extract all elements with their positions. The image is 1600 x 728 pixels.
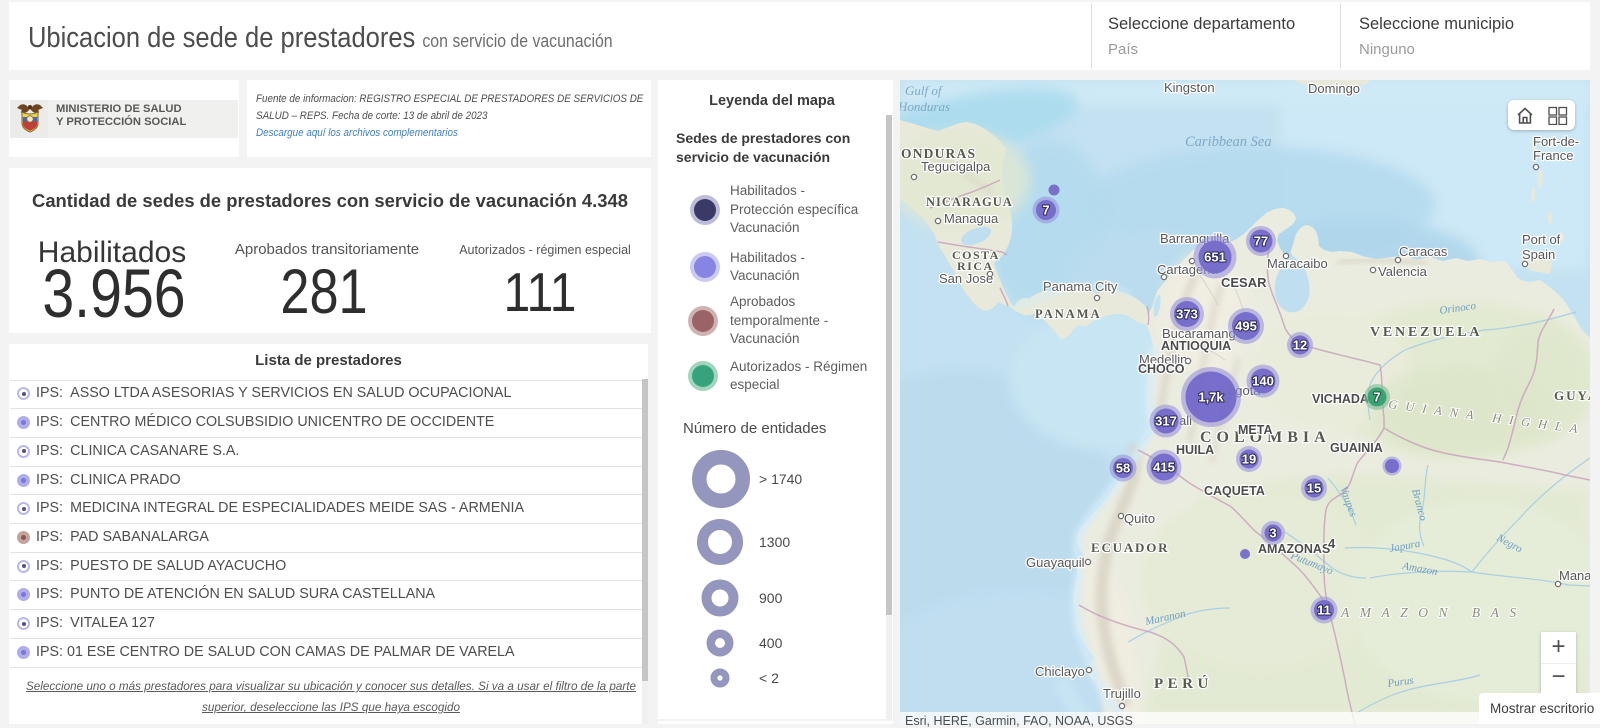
svg-text:VENEZUELA: VENEZUELA <box>1370 325 1482 340</box>
svg-text:Managua: Managua <box>944 211 999 226</box>
svg-text:PERÚ: PERÚ <box>1154 675 1213 692</box>
svg-text:META: META <box>1238 423 1273 437</box>
svg-text:415: 415 <box>1153 460 1175 475</box>
svg-text:Guayaquil: Guayaquil <box>1026 555 1085 570</box>
svg-text:11: 11 <box>1317 603 1331 618</box>
svg-text:GUYA: GUYA <box>1554 388 1590 403</box>
svg-text:Tegucigalpa: Tegucigalpa <box>921 159 991 174</box>
svg-text:Port of: Port of <box>1522 232 1561 247</box>
svg-text:CAQUETA: CAQUETA <box>1204 484 1265 498</box>
svg-text:Caribbean Sea: Caribbean Sea <box>1185 134 1272 150</box>
svg-text:58: 58 <box>1116 461 1130 476</box>
svg-text:495: 495 <box>1235 319 1257 334</box>
svg-text:ECUADOR: ECUADOR <box>1091 540 1169 555</box>
svg-text:Chiclayo: Chiclayo <box>1035 664 1085 679</box>
svg-text:3: 3 <box>1269 526 1276 541</box>
svg-text:Fort-de-: Fort-de- <box>1533 134 1579 149</box>
svg-text:HUILA: HUILA <box>1176 443 1214 457</box>
svg-text:Kingston: Kingston <box>1164 80 1215 95</box>
svg-text:San Jose: San Jose <box>939 271 993 286</box>
svg-text:Spain: Spain <box>1522 247 1555 262</box>
svg-text:Honduras: Honduras <box>900 99 950 114</box>
svg-text:77: 77 <box>1254 234 1268 249</box>
svg-text:317: 317 <box>1155 414 1177 429</box>
svg-text:GUAINIA: GUAINIA <box>1330 441 1383 455</box>
svg-text:400: 400 <box>759 635 783 651</box>
svg-text:PANAMA: PANAMA <box>1035 307 1102 321</box>
svg-text:CESAR: CESAR <box>1221 275 1267 290</box>
svg-text:373: 373 <box>1176 307 1198 322</box>
svg-text:1300: 1300 <box>759 534 790 550</box>
svg-text:15: 15 <box>1307 481 1321 496</box>
svg-text:< 2: < 2 <box>759 670 779 686</box>
svg-text:CHOCO: CHOCO <box>1138 362 1185 376</box>
svg-text:Panama City: Panama City <box>1043 279 1118 294</box>
svg-text:140: 140 <box>1252 374 1274 389</box>
svg-text:AMAZON BAS: AMAZON BAS <box>1340 605 1527 620</box>
svg-text:651: 651 <box>1204 250 1226 265</box>
svg-text:ANTIOQUIA: ANTIOQUIA <box>1161 339 1231 353</box>
svg-text:4: 4 <box>1328 536 1336 551</box>
svg-text:VICHADA: VICHADA <box>1312 392 1369 406</box>
svg-text:7: 7 <box>1373 390 1380 405</box>
svg-text:Mana: Mana <box>1559 568 1590 583</box>
svg-text:Domingo: Domingo <box>1308 81 1360 96</box>
svg-text:Caracas: Caracas <box>1399 244 1448 259</box>
svg-text:19: 19 <box>1242 452 1256 467</box>
svg-text:900: 900 <box>759 590 783 606</box>
svg-text:1,7k: 1,7k <box>1198 390 1224 405</box>
svg-text:France: France <box>1533 148 1573 163</box>
svg-text:12: 12 <box>1293 338 1307 353</box>
svg-text:> 1740: > 1740 <box>759 471 802 487</box>
svg-text:Valencia: Valencia <box>1378 264 1428 279</box>
svg-text:Trujillo: Trujillo <box>1103 686 1141 701</box>
svg-text:7: 7 <box>1042 203 1049 218</box>
svg-text:Quito: Quito <box>1124 511 1155 526</box>
svg-text:Maracaibo: Maracaibo <box>1267 256 1328 271</box>
svg-text:NICARAGUA: NICARAGUA <box>926 195 1013 209</box>
svg-text:Gulf of: Gulf of <box>905 83 944 98</box>
